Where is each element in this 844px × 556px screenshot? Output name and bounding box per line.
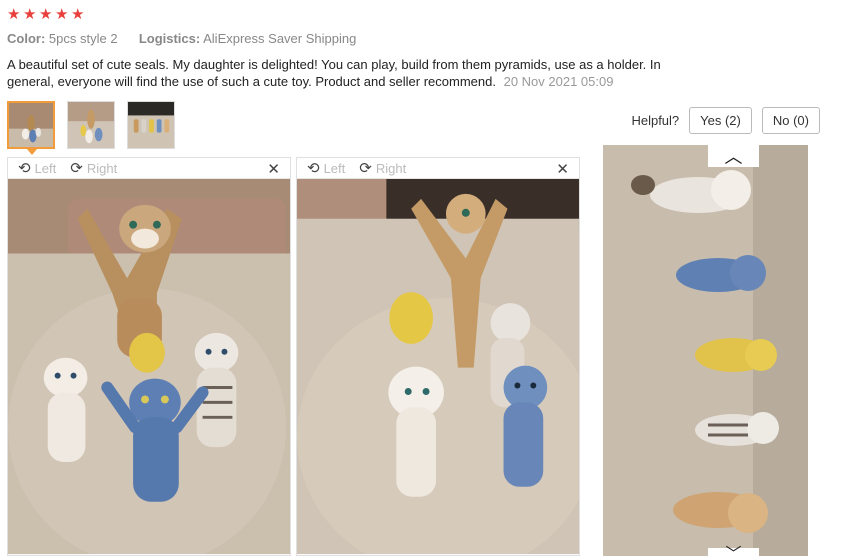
star-icon: ★ (39, 6, 53, 23)
photo-thumb-2[interactable] (67, 101, 115, 149)
active-thumb-caret (27, 149, 37, 155)
review-photo-2 (297, 179, 579, 555)
rotate-left-icon: ⟲ (18, 160, 31, 177)
photo-viewer-1: ⟲ Left ⟳ Right ✕ (7, 157, 291, 556)
photo-thumb-3[interactable] (127, 101, 175, 149)
rotate-right-button[interactable]: ⟳ Right (359, 159, 406, 177)
chevron-up-icon[interactable]: ︿ (708, 145, 759, 167)
rotate-right-label: Right (86, 160, 118, 176)
color-value: 5pcs style 2 (48, 31, 118, 46)
close-icon[interactable]: ✕ (556, 160, 569, 178)
photo-viewer-2: ⟲ Left ⟳ Right ✕ (296, 157, 580, 556)
review-photo-1 (8, 179, 290, 555)
star-icon: ★ (7, 6, 21, 23)
helpful-no-button[interactable]: No (0) (761, 107, 820, 134)
photo-thumbnails (7, 101, 175, 149)
rotate-left-label: Left (323, 160, 346, 176)
close-icon[interactable]: ✕ (267, 160, 280, 178)
review-date: 20 Nov 2021 05:09 (503, 74, 614, 89)
chevron-down-icon[interactable]: ﹀ (708, 547, 759, 556)
helpful-vote: Helpful? Yes (2) No (0) (631, 107, 820, 134)
viewer-toolbar: ⟲ Left ⟳ Right ✕ (8, 158, 290, 179)
helpful-yes-button[interactable]: Yes (2) (689, 107, 752, 134)
logistics-value: AliExpress Saver Shipping (203, 31, 357, 46)
thumb-image-3 (128, 102, 174, 148)
rotate-left-icon: ⟲ (307, 160, 320, 177)
photo-strip[interactable]: ︿ ﹀ (603, 145, 808, 556)
rotate-left-button[interactable]: ⟲ Left (307, 159, 345, 177)
helpful-label: Helpful? (631, 113, 680, 128)
review-photo-3 (603, 145, 808, 556)
review-meta: Color: 5pcs style 2 Logistics: AliExpres… (7, 31, 356, 46)
viewer-toolbar: ⟲ Left ⟳ Right ✕ (297, 158, 579, 179)
color-label: Color: (7, 31, 46, 46)
logistics-label: Logistics: (138, 31, 201, 46)
rotate-right-label: Right (375, 160, 407, 176)
star-icon: ★ (71, 6, 85, 23)
star-icon: ★ (55, 6, 69, 23)
review-text: A beautiful set of cute seals. My daught… (7, 56, 707, 90)
star-icon: ★ (23, 6, 37, 23)
rotate-right-icon: ⟳ (70, 160, 83, 177)
rotate-right-button[interactable]: ⟳ Right (70, 159, 117, 177)
thumb-image-1 (9, 103, 53, 147)
rotate-left-button[interactable]: ⟲ Left (18, 159, 56, 177)
thumb-image-2 (68, 102, 114, 148)
rating-stars: ★ ★ ★ ★ ★ (7, 7, 86, 22)
rotate-right-icon: ⟳ (359, 160, 372, 177)
rotate-left-label: Left (34, 160, 57, 176)
photo-thumb-1[interactable] (7, 101, 55, 149)
